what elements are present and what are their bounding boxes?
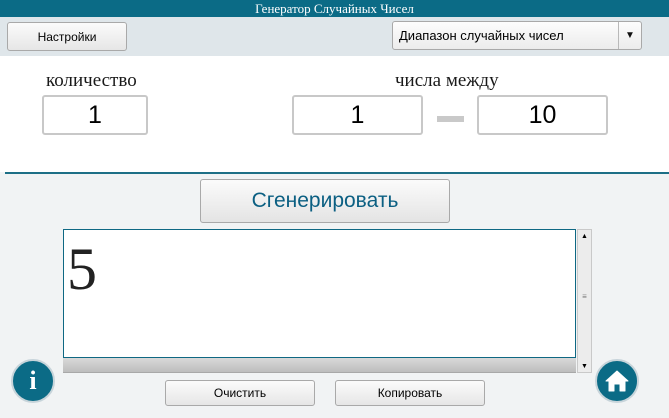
scroll-down-arrow-icon[interactable]: ▼ — [578, 360, 591, 372]
info-button[interactable]: i — [11, 359, 55, 403]
generate-button[interactable]: Сгенерировать — [200, 179, 450, 223]
mode-select[interactable]: Диапазон случайных чисел ▼ — [392, 21, 642, 50]
settings-button[interactable]: Настройки — [7, 22, 127, 51]
range-dash — [437, 116, 464, 122]
info-icon: i — [29, 366, 37, 395]
home-icon — [605, 370, 629, 392]
copy-button[interactable]: Копировать — [335, 380, 485, 406]
range-max-input[interactable]: 10 — [477, 95, 608, 135]
clear-button[interactable]: Очистить — [165, 380, 315, 406]
horizontal-scrollbar[interactable] — [63, 358, 576, 373]
divider — [5, 172, 669, 174]
toolbar: Настройки Диапазон случайных чисел ▼ — [0, 17, 669, 56]
result-value: 5 — [67, 236, 97, 302]
home-button[interactable] — [595, 359, 639, 403]
scroll-grip-icon[interactable]: ≡ — [580, 290, 589, 302]
dropdown-arrow-icon[interactable]: ▼ — [618, 22, 641, 49]
scroll-up-arrow-icon[interactable]: ▲ — [578, 230, 591, 242]
range-min-input[interactable]: 1 — [292, 95, 423, 135]
vertical-scrollbar[interactable]: ▲ ≡ ▼ — [577, 229, 592, 373]
range-label: числа между — [395, 70, 499, 91]
count-label: количество — [46, 70, 137, 91]
mode-select-value: Диапазон случайных чисел — [399, 28, 564, 43]
window-title: Генератор Случайных Чисел — [0, 0, 669, 17]
result-area[interactable]: 5 — [63, 229, 576, 358]
count-input[interactable]: 1 — [42, 95, 148, 135]
